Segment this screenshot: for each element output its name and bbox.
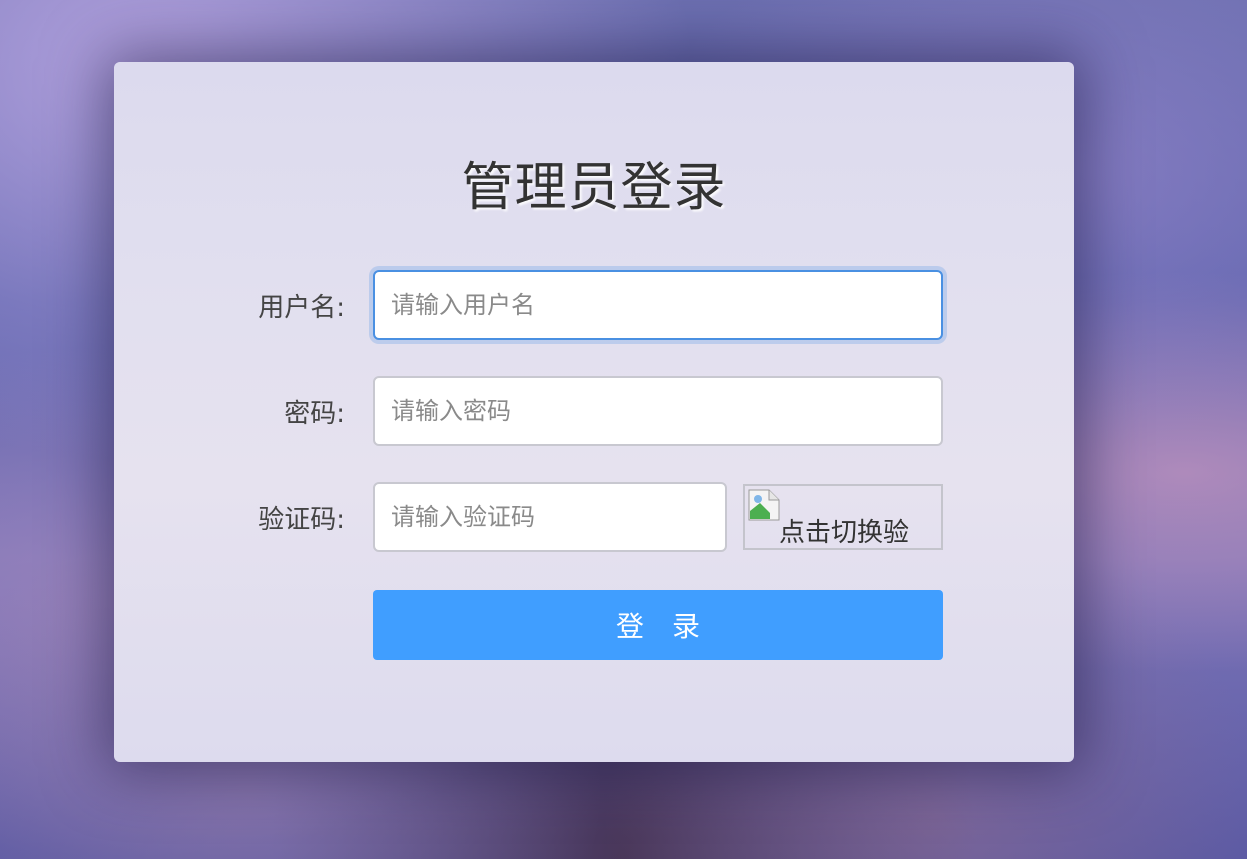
captcha-input[interactable] — [373, 482, 727, 552]
password-input[interactable] — [373, 376, 943, 446]
captcha-label: 验证码: — [258, 505, 345, 535]
username-label: 用户名: — [258, 293, 345, 323]
login-button[interactable]: 登录 — [373, 590, 943, 660]
broken-image-icon — [748, 489, 780, 521]
password-label: 密码: — [284, 399, 345, 429]
page-title: 管理员登录 — [461, 158, 727, 218]
captcha-image[interactable]: 点击切换验 — [743, 484, 943, 550]
captcha-alt-text: 点击切换验 — [779, 518, 910, 548]
username-input[interactable] — [373, 270, 943, 340]
